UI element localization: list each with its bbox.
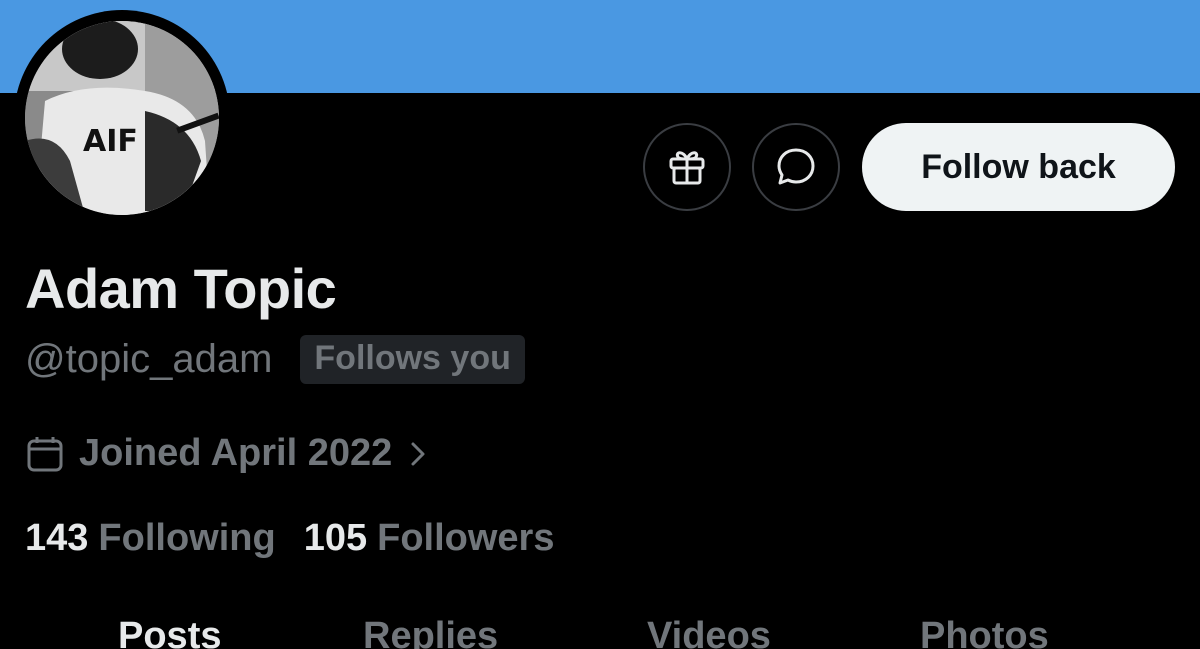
followers-stat[interactable]: 105 Followers <box>304 517 555 560</box>
joined-date: Joined April 2022 <box>79 432 393 474</box>
chevron-right-icon <box>408 439 428 469</box>
profile-page: AIF Follow back Adam Topic @topic_adam F… <box>0 0 1200 649</box>
message-bubble-icon <box>777 148 815 185</box>
following-label: Following <box>98 517 276 559</box>
tab-videos[interactable]: Videos <box>647 615 771 649</box>
follow-back-button[interactable]: Follow back <box>862 123 1175 211</box>
follow-stats: 143 Following 105 Followers <box>25 517 554 560</box>
avatar-shirt-logo: AIF <box>83 124 138 159</box>
display-name: Adam Topic <box>25 257 337 320</box>
joined-date-row[interactable]: Joined April 2022 <box>25 432 428 475</box>
gift-button[interactable] <box>643 123 731 211</box>
follows-you-badge: Follows you <box>300 335 525 384</box>
avatar-frame[interactable]: AIF <box>14 10 230 226</box>
following-stat[interactable]: 143 Following <box>25 517 276 560</box>
tab-posts[interactable]: Posts <box>118 615 221 649</box>
gift-icon <box>669 151 705 185</box>
handle-row: @topic_adam Follows you <box>25 335 525 384</box>
followers-count: 105 <box>303 517 368 559</box>
avatar-photo: AIF <box>25 21 219 215</box>
followers-label: Followers <box>377 517 555 559</box>
message-button[interactable] <box>752 123 840 211</box>
calendar-icon <box>27 436 63 471</box>
avatar[interactable]: AIF <box>25 21 219 215</box>
profile-tabs: Posts Replies Videos Photos <box>0 615 1200 649</box>
username-handle: @topic_adam <box>25 337 273 381</box>
tab-photos[interactable]: Photos <box>920 615 1049 649</box>
tab-replies[interactable]: Replies <box>363 615 498 649</box>
following-count: 143 <box>25 517 89 559</box>
